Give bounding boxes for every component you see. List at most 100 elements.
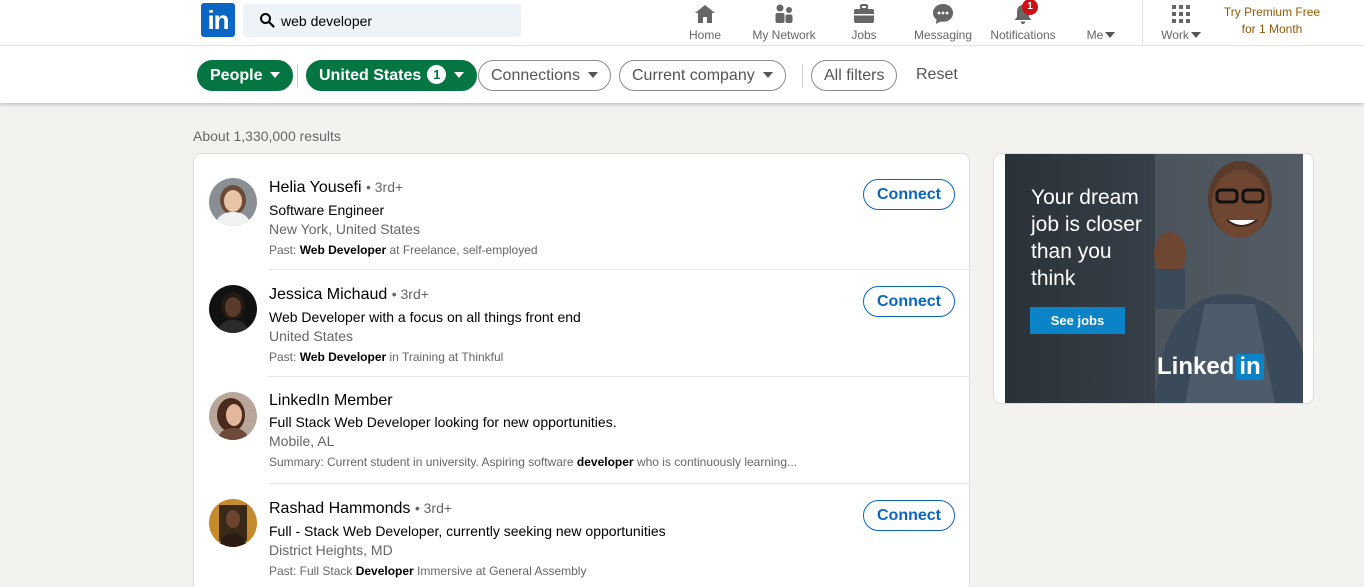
row-divider [268, 269, 969, 270]
nav-messaging[interactable]: Messaging [911, 0, 975, 46]
person-headline: Software Engineer [269, 202, 385, 218]
network-icon [775, 4, 793, 23]
chat-icon [933, 4, 953, 24]
ad-logo-in: in [1236, 354, 1264, 380]
nav-me-label: Me [1086, 28, 1104, 42]
ad-logo-word: Linked [1157, 353, 1235, 380]
snippet-highlight: Developer [355, 564, 414, 578]
nav-home[interactable]: Home [680, 0, 730, 46]
person-name[interactable]: Jessica Michaud [269, 286, 387, 303]
connection-degree: • 3rd+ [391, 286, 429, 302]
person-location: United States [269, 328, 354, 344]
row-divider [268, 376, 969, 377]
snippet-highlight: Web Developer [299, 243, 387, 257]
person-name[interactable]: LinkedIn Member [269, 392, 393, 409]
all-filters-button[interactable]: All filters [811, 60, 898, 91]
ad-card: Your dream job is closer than you think … [993, 153, 1314, 404]
search-icon [260, 13, 275, 28]
nav-my-network-label: My Network [752, 28, 816, 42]
person-name[interactable]: Helia Yousefi [269, 179, 362, 196]
avatar[interactable] [209, 178, 257, 226]
try-premium-link[interactable]: Try Premium Free for 1 Month [1218, 4, 1326, 38]
nav-me[interactable]: Me [1080, 0, 1122, 46]
home-icon [695, 5, 715, 23]
filter-people-label: People [210, 67, 263, 84]
avatar[interactable] [209, 392, 257, 440]
person-headline: Web Developer with a focus on all things… [269, 309, 581, 325]
chevron-down-icon [1105, 32, 1116, 38]
filter-location-count: 1 [427, 65, 447, 84]
filter-divider [297, 64, 298, 88]
person-location: Mobile, AL [269, 433, 335, 449]
filter-location-button[interactable]: United States 1 [306, 60, 478, 91]
notification-badge: 1 [1022, 0, 1038, 15]
person-snippet: Past: Web Developer at Freelance, self-e… [269, 243, 538, 257]
nav-notifications-label: Notifications [990, 28, 1056, 42]
connect-button[interactable]: Connect [863, 179, 955, 210]
nav-jobs[interactable]: Jobs [840, 0, 888, 46]
reset-filters-button[interactable]: Reset [916, 66, 958, 84]
results-count: About 1,330,000 results [193, 128, 341, 144]
caret-down-icon [270, 72, 281, 78]
nav-work-label: Work [1161, 28, 1189, 42]
filter-connections-button[interactable]: Connections [478, 60, 611, 91]
nav-jobs-label: Jobs [851, 28, 877, 42]
premium-line-1: Try Premium Free [1223, 5, 1321, 19]
list-item[interactable]: LinkedIn Member Full Stack Web Developer… [194, 376, 969, 484]
snippet-text: Past: [269, 243, 300, 257]
person-snippet: Summary: Current student in university. … [269, 455, 797, 469]
connection-degree: • 3rd+ [414, 500, 453, 516]
filter-connections-label: Connections [491, 67, 580, 84]
snippet-highlight: Web Developer [299, 350, 387, 364]
chevron-down-icon [1190, 32, 1201, 38]
snippet-highlight: developer [576, 455, 634, 469]
snippet-text: Summary: Current student in university. … [269, 455, 577, 469]
caret-down-icon [587, 72, 598, 78]
filter-people-button[interactable]: People [197, 60, 294, 91]
top-navigation-bar: in Home My Network Jobs Mes [0, 0, 1364, 46]
filter-divider [802, 64, 803, 88]
caret-down-icon [454, 72, 465, 78]
linkedin-logo[interactable]: in [201, 3, 235, 37]
ad-headline: Your dream job is closer than you think [1031, 186, 1142, 290]
snippet-text: Past: [269, 350, 300, 364]
filter-current-company-button[interactable]: Current company [619, 60, 786, 91]
avatar[interactable] [209, 499, 257, 547]
list-item[interactable]: Helia Yousefi • 3rd+ Software Engineer N… [194, 162, 969, 270]
avatar[interactable] [209, 285, 257, 333]
search-results-list: Helia Yousefi • 3rd+ Software Engineer N… [193, 153, 970, 587]
search-filter-bar: People United States 1 Connections Curren… [0, 46, 1364, 103]
snippet-text: Immersive at General Assembly [413, 564, 587, 578]
list-item[interactable]: Rashad Hammonds • 3rd+ Full - Stack Web … [194, 483, 969, 587]
snippet-text: Past: Full Stack [269, 564, 356, 578]
connection-degree: • 3rd+ [365, 179, 404, 195]
ad-banner[interactable]: Your dream job is closer than you think … [1005, 154, 1303, 403]
search-input[interactable] [281, 4, 511, 37]
snippet-text: who is continuously learning... [633, 455, 798, 469]
person-location: District Heights, MD [269, 542, 393, 558]
search-box[interactable] [243, 4, 521, 37]
filter-location-label: United States [319, 67, 422, 84]
ad-linkedin-logo: Linked in [1157, 353, 1264, 381]
row-divider [268, 483, 969, 484]
person-name[interactable]: Rashad Hammonds [269, 500, 410, 517]
nav-notifications[interactable]: 1 Notifications [988, 0, 1058, 46]
person-snippet: Past: Web Developer in Training at Think… [269, 350, 503, 364]
caret-down-icon [762, 72, 773, 78]
list-item[interactable]: Jessica Michaud • 3rd+ Web Developer wit… [194, 269, 969, 377]
connect-button[interactable]: Connect [863, 286, 955, 317]
premium-line-2: for 1 Month [1241, 22, 1303, 36]
nav-work[interactable]: Work [1157, 0, 1205, 46]
briefcase-icon [854, 4, 874, 23]
person-headline: Full Stack Web Developer looking for new… [269, 414, 617, 430]
filter-current-company-label: Current company [632, 67, 755, 84]
snippet-text: at Freelance, self-employed [386, 243, 538, 257]
nav-my-network[interactable]: My Network [748, 0, 820, 46]
see-jobs-button[interactable]: See jobs [1030, 307, 1125, 334]
all-filters-label: All filters [824, 67, 885, 84]
person-headline: Full - Stack Web Developer, currently se… [269, 523, 666, 539]
nav-divider [1142, 0, 1143, 46]
snippet-text: in Training at Thinkful [386, 350, 504, 364]
person-snippet: Past: Full Stack Developer Immersive at … [269, 564, 586, 578]
connect-button[interactable]: Connect [863, 500, 955, 531]
